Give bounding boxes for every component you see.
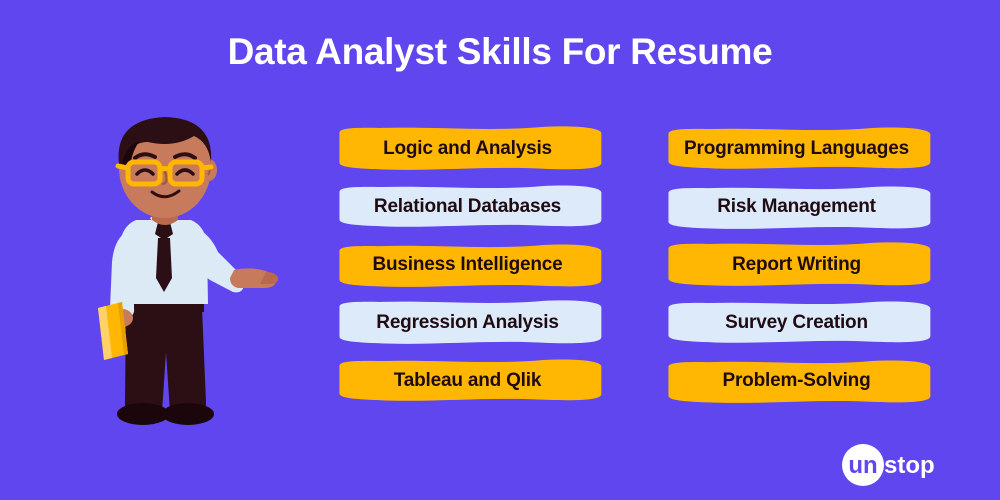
legs-shape (117, 308, 214, 425)
skills-column-right: Programming Languages Risk Management Repo… (651, 126, 942, 426)
skill-pill[interactable]: Tableau and Qlik (322, 358, 613, 404)
skill-pill-label: Risk Management (717, 196, 876, 217)
head-shape (115, 117, 217, 218)
skill-pill[interactable]: Report Writing (651, 242, 942, 288)
logo-text-stop: stop (884, 452, 935, 479)
skill-pill-label: Regression Analysis (376, 312, 559, 333)
skill-pill[interactable]: Relational Databases (322, 184, 613, 230)
skills-column-left: Logic and Analysis Relational Databases Bu… (322, 126, 613, 426)
skill-pill[interactable]: Business Intelligence (322, 242, 613, 288)
skill-pill[interactable]: Survey Creation (651, 300, 942, 346)
skills-list-area: Logic and Analysis Relational Databases Bu… (322, 126, 942, 426)
skill-pill-label: Business Intelligence (372, 254, 563, 275)
infographic-canvas: Data Analyst Skills For Resume Logic and… (0, 0, 1000, 500)
analyst-character-illustration (78, 112, 303, 442)
skill-pill-label: Logic and Analysis (383, 138, 552, 159)
skill-pill[interactable]: Logic and Analysis (322, 126, 613, 172)
skill-pill-label: Programming Languages (684, 138, 909, 159)
skill-pill-label: Tableau and Qlik (393, 370, 542, 391)
skill-pill[interactable]: Risk Management (651, 184, 942, 230)
skill-pill-label: Survey Creation (725, 312, 868, 333)
logo-text-un: un (848, 452, 877, 479)
page-title: Data Analyst Skills For Resume (227, 31, 773, 72)
skill-pill[interactable]: Problem-Solving (651, 358, 942, 404)
unstop-logo[interactable]: un stop (838, 442, 978, 488)
skill-pill-label: Report Writing (732, 254, 861, 275)
skill-pill-label: Relational Databases (373, 196, 562, 217)
skill-pill[interactable]: Programming Languages (651, 126, 942, 172)
skill-pill[interactable]: Regression Analysis (322, 300, 613, 346)
skill-pill-label: Problem-Solving (722, 370, 871, 391)
